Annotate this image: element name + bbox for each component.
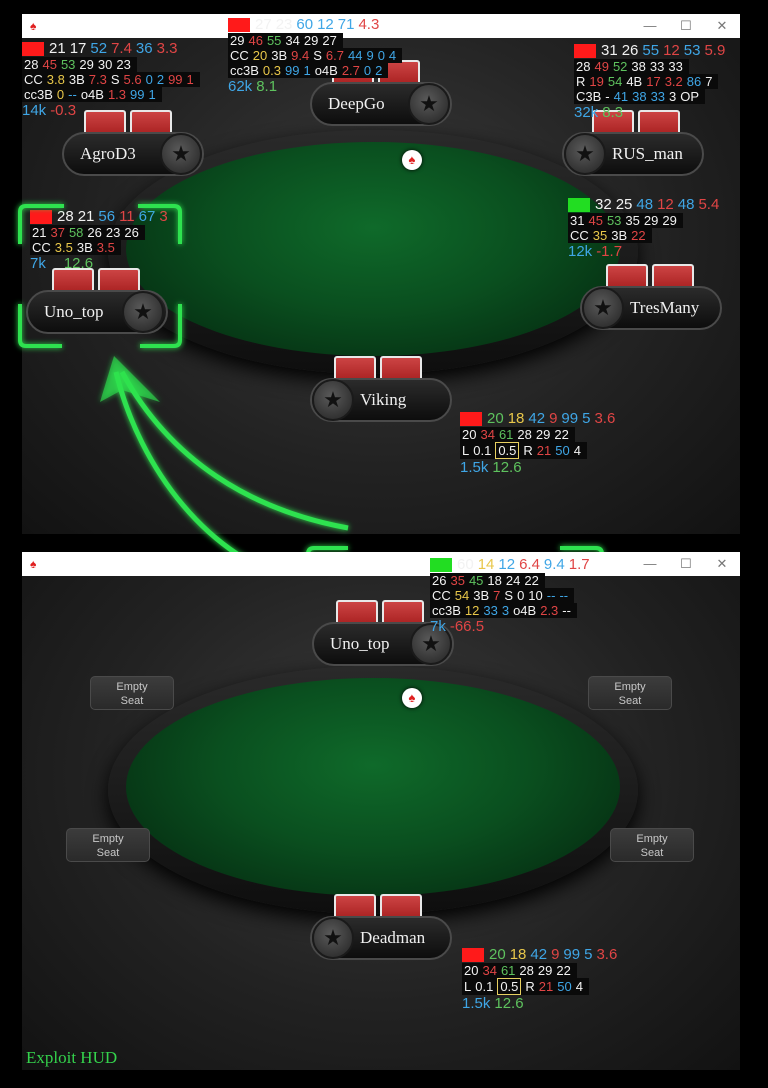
seat-tresmany[interactable]: TresMany ★ — [580, 264, 722, 330]
empty-seat-button[interactable]: Empty Seat — [588, 676, 672, 710]
pokerstars-logo-icon: ♠ — [402, 688, 422, 708]
seat-unotop[interactable]: Uno_top ★ — [26, 268, 168, 334]
seat-rusman[interactable]: RUS_man ★ — [562, 110, 704, 176]
minimize-button[interactable]: — — [632, 18, 668, 34]
hud-deadman[interactable]: 20 18 42 9 99 5 3.6 20 34 61 28 29 22 L 0.1 0.5 R 21 50 4… — [462, 946, 621, 1012]
title-bar: ♠ — ☐ ✕ — [22, 552, 740, 576]
maximize-button[interactable]: ☐ — [668, 556, 704, 572]
empty-seat-button[interactable]: Empty Seat — [610, 828, 694, 862]
player-avatar-icon: ★ — [312, 917, 354, 959]
poker-table-window-2: ♠ — ☐ ✕ ♠ Empty Seat Empty Seat Empty Seat … — [22, 552, 740, 1070]
hud-deepgo[interactable]: 27 23 60 12 71 4.3 29 46 55 34 29 27 CC 20 3B 9.4 S 6.7… — [228, 16, 403, 95]
hud-status-badge — [568, 197, 590, 212]
close-button[interactable]: ✕ — [704, 556, 740, 572]
hud-status-badge — [430, 557, 452, 572]
hud-status-badge — [460, 411, 482, 426]
hud-status-badge — [228, 17, 250, 32]
player-avatar-icon: ★ — [312, 379, 354, 421]
table-felt — [126, 678, 620, 896]
empty-seat-button[interactable]: Empty Seat — [90, 676, 174, 710]
seat-viking[interactable]: Viking ★ — [310, 356, 452, 422]
hud-rusman[interactable]: 31 26 55 12 53 5.9 28 49 52 38 33 33 R 19 54 4B 17 3.2 8… — [574, 42, 729, 121]
hud-unotop[interactable]: 28 21 56 11 67 3 21 37 58 26 23 26 CC 3.5 3B 3.5 7k 12… — [30, 208, 172, 272]
hud-unotop[interactable]: 60 14 12 6.4 9.4 1.7 26 35 45 18 24 22 CC 54 3B 7 S 0 10… — [430, 556, 594, 635]
hud-tresmany[interactable]: 32 25 48 12 48 5.4 31 45 53 35 29 29 CC 35 3B 22 12k -… — [568, 196, 723, 260]
player-avatar-icon: ★ — [160, 133, 202, 175]
minimize-button[interactable]: — — [632, 556, 668, 572]
seat-deadman[interactable]: Deadman ★ — [310, 894, 452, 960]
player-avatar-icon: ★ — [582, 287, 624, 329]
hud-status-badge — [574, 43, 596, 58]
player-avatar-icon: ★ — [408, 83, 450, 125]
hud-agrod3[interactable]: 21 17 52 7.4 36 3.3 28 45 53 29 30 23 CC 3.8 3B 7.3 S 5… — [22, 40, 200, 119]
caption-label: Exploit HUD — [26, 1048, 118, 1067]
hud-status-badge — [462, 947, 484, 962]
pokerstars-spade-icon: ♠ — [30, 557, 37, 571]
hud-status-badge — [22, 41, 44, 56]
pokerstars-spade-icon: ♠ — [30, 19, 37, 33]
close-button[interactable]: ✕ — [704, 18, 740, 34]
hud-status-badge — [30, 209, 52, 224]
pokerstars-logo-icon: ♠ — [402, 150, 422, 170]
poker-table-window-1: ♠ — ☐ ✕ ♠ DeepGo ★ AgroD3 ★ RUS_man ★ Un… — [22, 14, 740, 534]
hud-viking[interactable]: 20 18 42 9 99 5 3.6 20 34 61 28 29 22 L 0.1 0.5 R 21 50 4… — [460, 410, 619, 476]
maximize-button[interactable]: ☐ — [668, 18, 704, 34]
player-avatar-icon: ★ — [564, 133, 606, 175]
player-avatar-icon: ★ — [122, 291, 164, 333]
empty-seat-button[interactable]: Empty Seat — [66, 828, 150, 862]
seat-agrod3[interactable]: AgroD3 ★ — [62, 110, 204, 176]
